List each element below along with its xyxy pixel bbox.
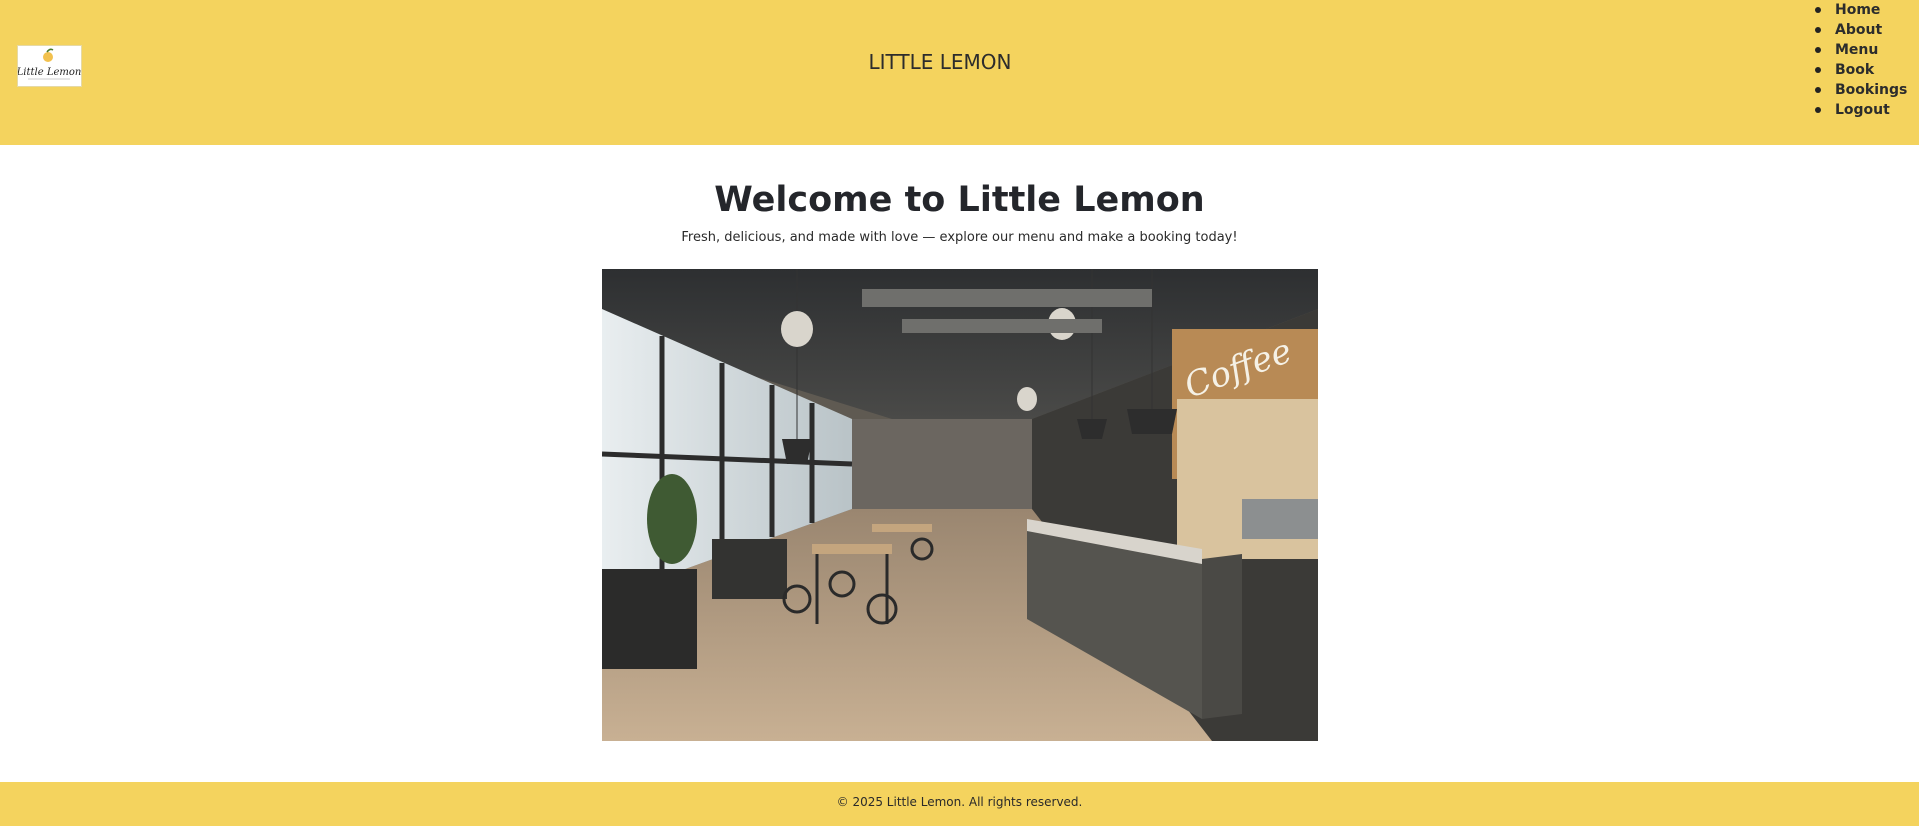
main-nav: Home About Menu Book Bookings Logout <box>1815 0 1907 120</box>
nav-item-menu[interactable]: Menu <box>1815 40 1907 60</box>
nav-item-about[interactable]: About <box>1815 20 1907 40</box>
bullet-icon <box>1815 27 1821 33</box>
bullet-icon <box>1815 87 1821 93</box>
bullet-icon <box>1815 47 1821 53</box>
nav-label: Bookings <box>1835 82 1908 98</box>
nav-label: Logout <box>1835 102 1890 118</box>
hero-image: Coffee <box>602 269 1318 741</box>
nav-label: Menu <box>1835 42 1879 58</box>
site-title: LITTLE LEMON <box>868 50 1012 74</box>
nav-label: Book <box>1835 62 1875 78</box>
bullet-icon <box>1815 107 1821 113</box>
nav-item-book[interactable]: Book <box>1815 60 1907 80</box>
nav-item-logout[interactable]: Logout <box>1815 100 1907 120</box>
site-header: Little Lemon LITTLE LEMON Home About Men… <box>0 0 1919 145</box>
nav-item-bookings[interactable]: Bookings <box>1815 80 1907 100</box>
bullet-icon <box>1815 7 1821 13</box>
nav-label: Home <box>1835 2 1881 18</box>
page-subtitle: Fresh, delicious, and made with love — e… <box>681 230 1238 245</box>
page-title: Welcome to Little Lemon <box>714 180 1205 220</box>
site-footer: © 2025 Little Lemon. All rights reserved… <box>0 782 1919 826</box>
copyright-text: © 2025 Little Lemon. All rights reserved… <box>836 795 1083 809</box>
nav-item-home[interactable]: Home <box>1815 0 1907 20</box>
nav-label: About <box>1835 22 1883 38</box>
bullet-icon <box>1815 67 1821 73</box>
